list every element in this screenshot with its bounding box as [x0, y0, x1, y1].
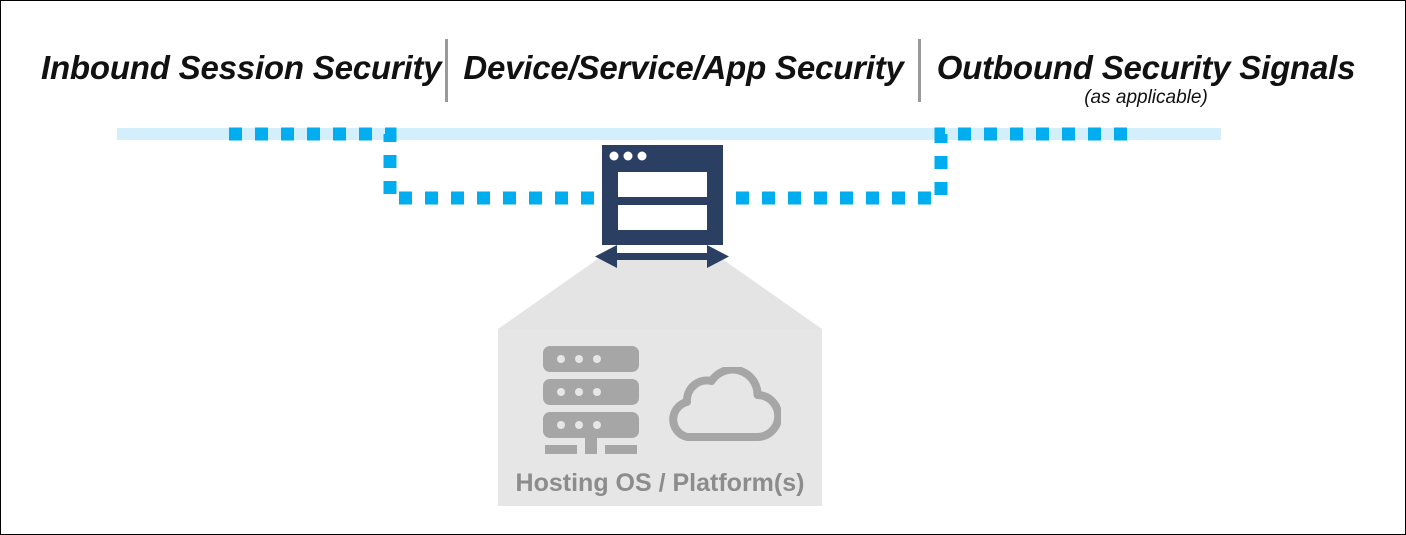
- session-flow-band: [117, 128, 1221, 140]
- dashed-outbound-segment: [736, 127, 1131, 205]
- column-title-outbound-security-signals: Outbound Security Signals: [936, 49, 1356, 86]
- column-title-inbound-session-security: Inbound Session Security: [41, 49, 442, 86]
- column-subtitle-as-applicable: (as applicable): [1084, 87, 1208, 108]
- browser-window-icon: [602, 145, 723, 245]
- bidirectional-arrow-icon: [595, 245, 729, 268]
- diagram-canvas: Inbound Session Security Device/Service/…: [0, 0, 1406, 535]
- platform-label: Hosting OS / Platform(s): [515, 469, 805, 497]
- header-divider-right: [918, 39, 921, 102]
- header-divider-left: [445, 39, 448, 102]
- server-stack-icon: [543, 346, 639, 454]
- cloud-icon: [669, 367, 781, 442]
- dashed-inbound-segment: [229, 127, 596, 205]
- column-title-device-service-app-security: Device/Service/App Security: [463, 49, 904, 86]
